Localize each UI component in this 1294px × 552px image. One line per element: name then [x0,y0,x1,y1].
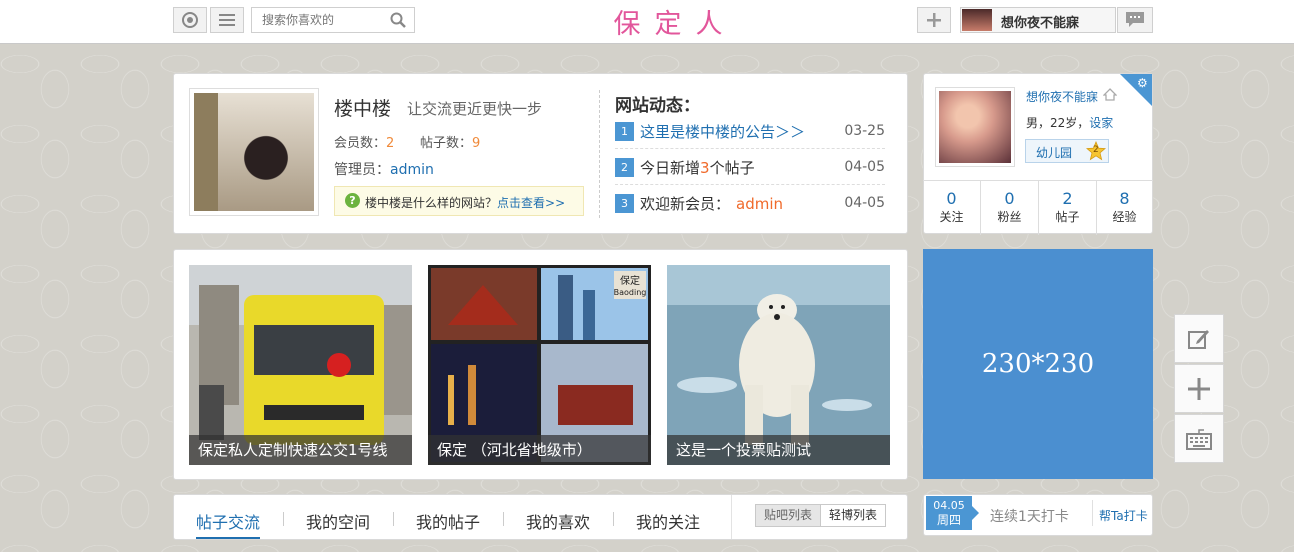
tab-my-posts[interactable]: 我的帖子 [416,509,480,533]
menu-button[interactable] [210,7,244,33]
tab-my-space[interactable]: 我的空间 [306,509,370,533]
settings-link[interactable]: 设家 [1089,116,1113,130]
home-icon[interactable] [1103,88,1117,101]
stat-posts[interactable]: 2 帖子 [1039,181,1097,235]
tab-my-likes[interactable]: 我的喜欢 [526,509,590,533]
user-menu[interactable]: 想你夜不能寐 [960,7,1116,33]
level-badge[interactable]: 幼儿园 2 [1025,139,1109,163]
ad-placeholder[interactable]: 230*230 [923,249,1153,479]
add-side-button[interactable] [1174,364,1224,413]
checkin-streak: 连续1天打卡 [990,509,1069,525]
new-member-link[interactable]: admin [736,195,783,213]
profile-name[interactable]: 想你夜不能寐 [1026,88,1098,105]
profile-info: 男，22岁，设家 [1026,116,1114,130]
edit-icon [1188,329,1209,349]
admin-line: 管理员：admin [334,162,434,178]
tab-separator [283,512,284,526]
divider [599,90,600,218]
divider [731,495,732,539]
tab-separator [503,512,504,526]
help-box: ? 楼中楼是什么样的网站？点击查看>> [334,186,584,216]
featured-caption: 这是一个投票贴测试 [667,435,890,465]
profile-stats: 0 关注 0 粉丝 2 帖子 8 经验 [923,180,1153,235]
stat-follow[interactable]: 0 关注 [923,181,981,235]
admin-link[interactable]: admin [390,162,434,178]
stat-exp[interactable]: 8 经验 [1096,181,1153,235]
search-box [251,7,415,33]
collage-tag: 保定 [620,274,640,287]
tab-separator [393,512,394,526]
menu-icon [219,14,235,26]
forum-avatar[interactable] [189,88,319,216]
keyboard-button[interactable] [1174,414,1224,463]
featured-card[interactable]: 这是一个投票贴测试 [667,265,890,465]
search-input[interactable] [260,12,384,28]
site-title[interactable]: 保定人 [560,2,790,41]
forum-name: 楼中楼 [334,98,392,120]
date-badge: 04.05 周四 [926,496,979,530]
tab-my-follows[interactable]: 我的关注 [636,509,700,533]
username: 想你夜不能寐 [1001,16,1080,31]
blog-list-toggle[interactable]: 轻博列表 [820,504,886,527]
gear-icon[interactable]: ⚙ [1137,76,1148,90]
write-post-button[interactable] [1174,314,1224,363]
tab-separator [613,512,614,526]
news-link[interactable]: 这里是楼中楼的公告＞＞ [640,121,805,142]
posts-stat: 帖子数：9 [420,136,481,151]
collage-tag-sub: Baoding [614,288,647,297]
message-icon [1126,12,1144,27]
search-icon[interactable] [390,12,406,28]
news-item: 3 欢迎新会员： admin 04-05 [615,190,885,220]
checkin-button[interactable]: 帮Ta打卡 [1099,507,1148,524]
news-item: 2 今日新增3个帖子 04-05 [615,154,885,185]
forum-slogan: 让交流更近更快一步 [407,100,543,118]
featured-caption: 保定 （河北省地级市） [428,435,651,465]
avatar [962,9,992,31]
members-stat: 会员数：2 [334,136,395,151]
news-item[interactable]: 1 这里是楼中楼的公告＞＞ 03-25 [615,118,885,149]
featured-card[interactable]: 保定 Baoding 保定 （河北省地级市） [428,265,651,465]
forum-card: 楼中楼 让交流更近更快一步 会员数：2 帖子数：9 管理员：admin ? 楼中… [189,88,599,218]
featured-card[interactable]: 保定私人定制快速公交1号线 [189,265,412,465]
stat-fans[interactable]: 0 粉丝 [981,181,1039,235]
profile-avatar[interactable] [935,87,1015,167]
add-button[interactable] [917,7,951,33]
circle-icon [182,12,198,28]
question-icon: ? [345,193,360,208]
plus-icon [927,13,941,27]
home-circle-button[interactable] [173,7,207,33]
forum-list-toggle[interactable]: 贴吧列表 [755,504,821,527]
help-link[interactable]: 点击查看>> [497,196,565,210]
plus-icon [1188,377,1210,400]
divider [1092,500,1093,526]
keyboard-icon [1186,428,1212,450]
featured-caption: 保定私人定制快速公交1号线 [189,435,412,465]
top-bar: 保定人 想你夜不能寐 [0,0,1294,44]
tab-posts-exchange[interactable]: 帖子交流 [196,509,261,539]
news-title: 网站动态： [615,96,700,116]
messages-button[interactable] [1117,7,1153,33]
